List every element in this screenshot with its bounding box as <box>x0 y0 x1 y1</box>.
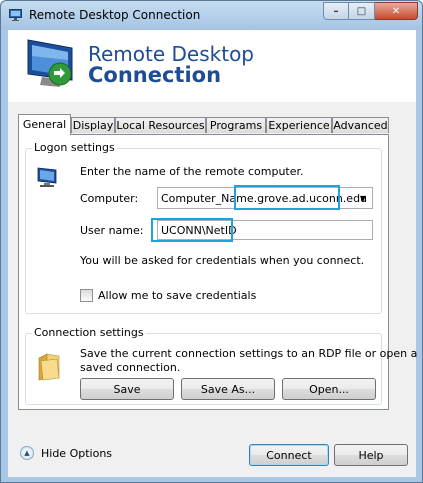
remote-desktop-icon <box>9 9 22 21</box>
computer-icon <box>37 167 57 187</box>
maximize-icon: □ <box>356 5 367 17</box>
close-icon: ✕ <box>391 5 401 17</box>
maximize-button[interactable]: □ <box>349 2 375 20</box>
hide-options-label[interactable]: Hide Options <box>41 447 112 460</box>
minimize-icon: – <box>333 5 339 17</box>
options-panel: General Display Local Resources Programs… <box>8 102 417 477</box>
window-controls: – □ ✕ <box>323 2 418 20</box>
window-client: Remote Desktop Connection General Displa… <box>8 30 417 477</box>
computer-label: Computer: <box>80 192 139 205</box>
tab-local-resources[interactable]: Local Resources <box>115 117 206 133</box>
connect-button[interactable]: Connect <box>249 444 329 466</box>
title-bar[interactable]: Remote Desktop Connection – □ ✕ <box>1 1 422 30</box>
open-button[interactable]: Open... <box>282 378 376 400</box>
logon-settings-label: Logon settings <box>32 141 117 154</box>
tab-display[interactable]: Display <box>71 117 115 133</box>
username-input[interactable] <box>158 221 361 239</box>
username-field-box <box>157 220 373 240</box>
save-credentials-checkbox[interactable] <box>80 289 93 302</box>
close-button[interactable]: ✕ <box>375 2 418 20</box>
logon-settings-group: Logon settings Enter the name of the rem… <box>25 141 382 314</box>
connection-settings-label: Connection settings <box>32 326 146 339</box>
chevron-down-icon[interactable]: ▼ <box>354 188 372 208</box>
computer-combobox[interactable]: Computer_Name.grove.ad.uconn.edu ▼ <box>157 187 373 209</box>
header-title-line2: Connection <box>88 63 222 87</box>
remote-desktop-logo-icon <box>27 39 73 87</box>
credentials-note: You will be asked for credentials when y… <box>80 254 365 267</box>
app-header: Remote Desktop Connection <box>8 30 416 102</box>
save-as-button[interactable]: Save As... <box>181 378 275 400</box>
general-tab-panel: Logon settings Enter the name of the rem… <box>18 134 417 410</box>
instruction-text: Enter the name of the remote computer. <box>80 165 304 178</box>
collapse-arrow-icon[interactable]: ▲ <box>20 446 34 460</box>
connection-settings-group: Connection settings Save the current con… <box>25 326 417 405</box>
save-button[interactable]: Save <box>80 378 174 400</box>
tab-general[interactable]: General <box>18 114 71 135</box>
tab-advanced[interactable]: Advanced <box>332 117 389 133</box>
tab-experience[interactable]: Experience <box>266 117 332 133</box>
connection-description-line1: Save the current connection settings to … <box>80 347 418 360</box>
folder-icon <box>38 353 60 381</box>
tab-programs[interactable]: Programs <box>206 117 266 133</box>
save-credentials-label[interactable]: Allow me to save credentials <box>98 289 256 302</box>
window-title: Remote Desktop Connection <box>29 8 201 22</box>
rdc-window: Remote Desktop Connection – □ ✕ Remote D… <box>0 0 423 483</box>
connection-description-line2: saved connection. <box>80 361 181 374</box>
username-label: User name: <box>80 224 144 237</box>
computer-value: Computer_Name.grove.ad.uconn.edu <box>161 192 368 205</box>
minimize-button[interactable]: – <box>323 2 349 20</box>
help-button[interactable]: Help <box>334 444 408 466</box>
